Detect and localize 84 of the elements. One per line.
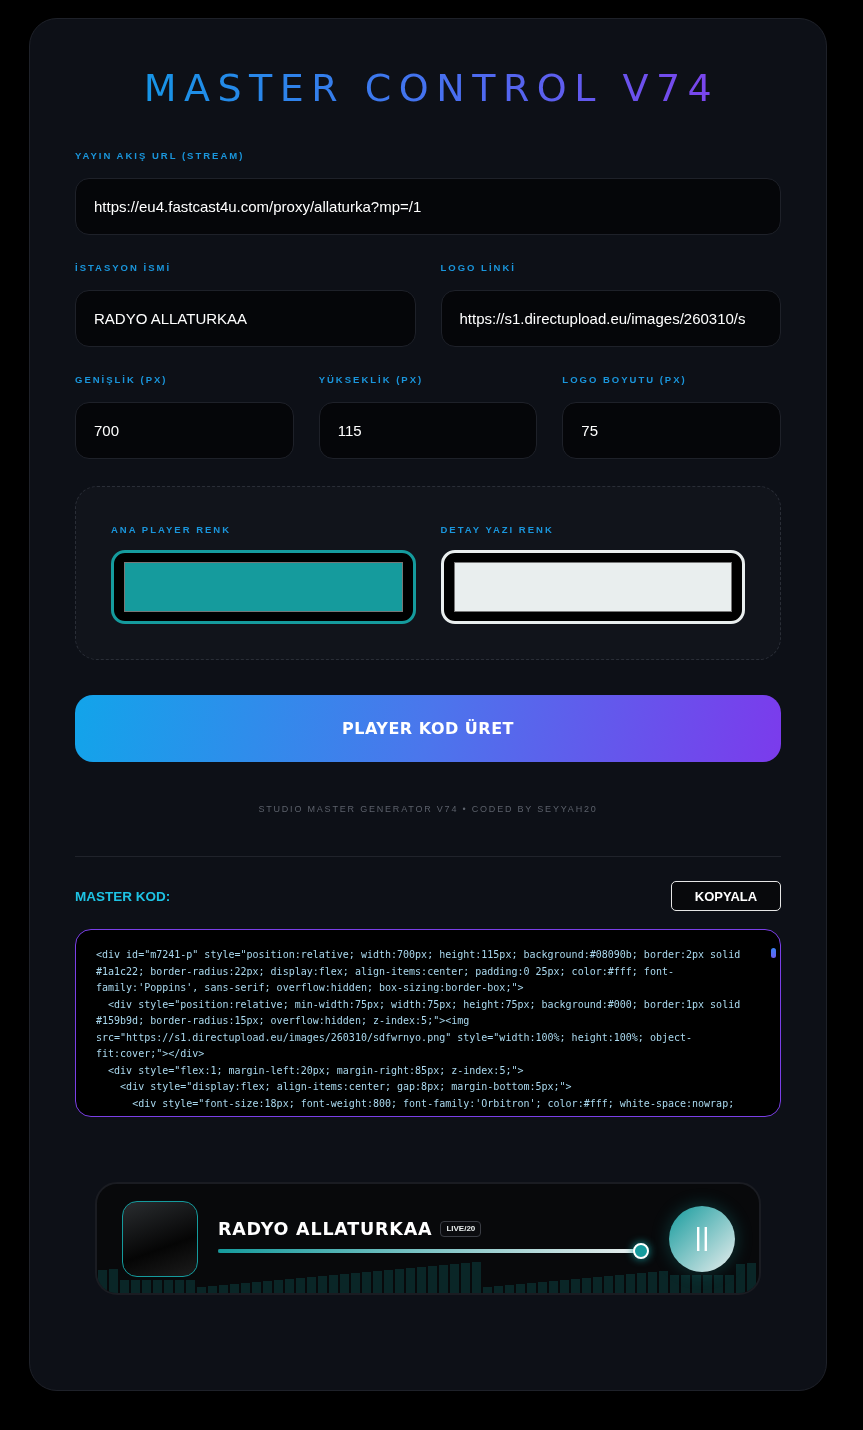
- equalizer-bar: [296, 1278, 305, 1293]
- equalizer-bar: [285, 1279, 294, 1293]
- code-section-label: MASTER KOD:: [75, 888, 171, 904]
- footer-credit: STUDIO MASTER GENERATOR V74 • CODED BY SEYYAH20: [257, 803, 599, 815]
- equalizer-bar: [109, 1269, 118, 1293]
- equalizer-bar: [516, 1284, 525, 1293]
- equalizer-bar: [340, 1274, 349, 1293]
- equalizer-bar: [208, 1286, 217, 1293]
- pause-button[interactable]: [669, 1205, 735, 1272]
- equalizer-bar: [736, 1264, 745, 1293]
- color-picker[interactable]: [111, 550, 416, 624]
- equalizer-bar: [417, 1267, 426, 1293]
- equalizer-bar: [307, 1277, 316, 1293]
- equalizer-bar: [120, 1280, 129, 1293]
- equalizer-bar: [494, 1286, 503, 1293]
- equalizer-bar: [241, 1283, 250, 1293]
- stream-url-field[interactable]: https://eu4.fastcast4u.com/proxy/allaturka?mp=/1: [75, 178, 781, 235]
- equalizer-bar: [637, 1273, 646, 1293]
- size-field[interactable]: 700: [75, 402, 294, 459]
- scrollbar-thumb[interactable]: [771, 948, 776, 958]
- equalizer-bar: [670, 1275, 679, 1293]
- logo-link-field[interactable]: https://s1.directupload.eu/images/260310/s: [440, 290, 781, 347]
- color-label: ANA PLAYER RENK: [111, 523, 233, 537]
- equalizer-bar: [659, 1271, 668, 1293]
- equalizer-bar: [384, 1270, 393, 1293]
- equalizer-bar: [318, 1276, 327, 1293]
- station-name-field[interactable]: RADYO ALLATURKAA: [75, 290, 416, 347]
- copy-button[interactable]: KOPYALA: [671, 881, 781, 911]
- color-label: DETAY YAZI RENK: [440, 523, 555, 537]
- size-label: LOGO BOYUTU (PX): [562, 373, 688, 387]
- equalizer-bar: [395, 1269, 404, 1293]
- equalizer-bar: [714, 1275, 723, 1293]
- equalizer-bar: [362, 1272, 371, 1293]
- equalizer-bar: [527, 1283, 536, 1293]
- equalizer-bar: [219, 1285, 228, 1293]
- logo-link-label: LOGO LİNKİ: [440, 261, 517, 275]
- equalizer-bar: [593, 1277, 602, 1293]
- equalizer-bar: [263, 1281, 272, 1293]
- equalizer-bar: [252, 1282, 261, 1293]
- equalizer-bar: [175, 1280, 184, 1293]
- equalizer-bar: [461, 1263, 470, 1293]
- equalizer-bar: [329, 1275, 338, 1293]
- equalizer-bar: [571, 1279, 580, 1293]
- equalizer-bar: [505, 1285, 514, 1293]
- equalizer-bar: [582, 1278, 591, 1293]
- equalizer-bar: [439, 1265, 448, 1293]
- equalizer-bar: [131, 1280, 140, 1293]
- equalizer-bar: [164, 1280, 173, 1293]
- equalizer-bar: [450, 1264, 459, 1293]
- equalizer-bar: [549, 1281, 558, 1293]
- size-field[interactable]: 115: [318, 402, 538, 459]
- equalizer-bar: [538, 1282, 547, 1293]
- equalizer-bar: [197, 1287, 206, 1293]
- equalizer-bar: [747, 1263, 756, 1293]
- size-label: GENİŞLİK (PX): [75, 373, 169, 387]
- equalizer-bar: [626, 1274, 635, 1293]
- station-name-label: İSTASYON İSMİ: [75, 261, 173, 275]
- generate-button[interactable]: PLAYER KOD ÜRET: [75, 695, 781, 762]
- equalizer-bar: [604, 1276, 613, 1293]
- equalizer-bar: [142, 1280, 151, 1293]
- equalizer-bar: [681, 1275, 690, 1293]
- station-name: RADYO ALLATURKAA: [218, 1218, 433, 1240]
- code-textarea[interactable]: <div id="m7241-p" style="position:relative; width:700px; height:115px; background:#08090b; border:2px solid #1a1c22; border-radius:22px; display:flex; align-items:center; padding:0 25px; color:#fff; font-family:'Poppins', sans-serif; overflow:hidden; box-sizing:border-box;"> <div style="position:relative; min-width:75px; width:75px; height:75px; background:#000; border:1px solid #159b9d; border-radius:15px; overflow:hidden; z-index:5;"><img src="https://s1.directupload.eu/images/260310/sdfwrnyo.png" style="width:100%; height:100%; object-fit:cover;"></div> <div style="flex:1; margin-left:20px; margin-right:85px; z-index:5;"> <div style="display:flex; align-items:center; gap:8px; margin-bottom:5px;"> <div style="font-size:18px; font-weight:800; font-family:'Orbitron'; color:#fff; white-space:nowrap;: [75, 929, 781, 1117]
- equalizer-bar: [692, 1275, 701, 1293]
- equalizer-bar: [186, 1280, 195, 1293]
- equalizer-bar: [274, 1280, 283, 1293]
- equalizer-bar: [648, 1272, 657, 1293]
- stream-url-label: YAYIN AKIŞ URL (STREAM): [75, 149, 246, 163]
- equalizer-bar: [153, 1280, 162, 1293]
- slider-thumb[interactable]: [633, 1243, 649, 1259]
- live-badge: LIVE/20: [440, 1221, 482, 1237]
- equalizer-bar: [483, 1287, 492, 1293]
- equalizer-bar: [230, 1284, 239, 1293]
- equalizer-bar: [351, 1273, 360, 1293]
- equalizer-bar: [472, 1262, 481, 1293]
- equalizer-bar: [406, 1268, 415, 1293]
- equalizer-bar: [373, 1271, 382, 1293]
- equalizer-bar: [428, 1266, 437, 1293]
- equalizer-bar: [615, 1275, 624, 1293]
- equalizer-bar: [560, 1280, 569, 1293]
- equalizer-bar: [703, 1275, 712, 1293]
- equalizer-bar: [725, 1275, 734, 1293]
- size-label: YÜKSEKLİK (PX): [318, 373, 425, 387]
- size-field[interactable]: 75: [562, 402, 781, 459]
